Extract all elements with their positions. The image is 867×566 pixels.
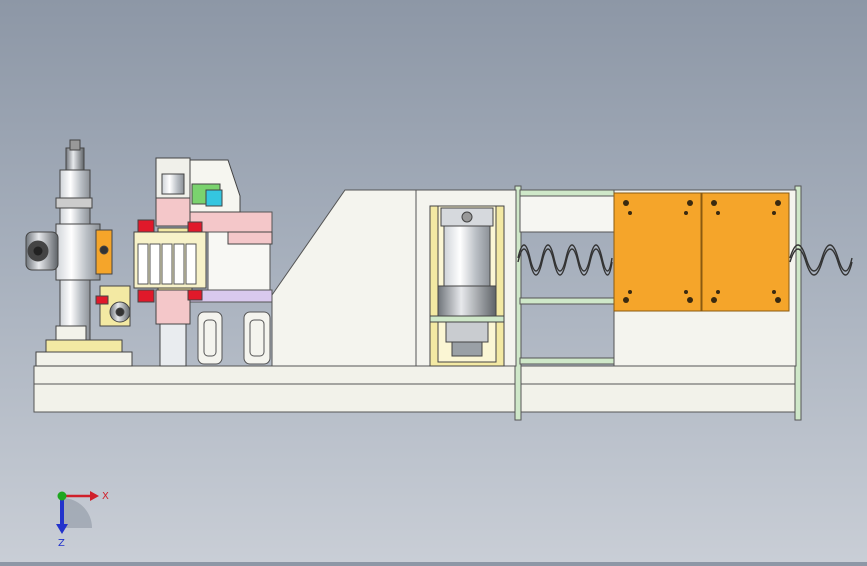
orange-panels [613,192,790,312]
y-axis-dot [57,491,67,501]
central-motor [429,205,505,367]
coordinate-triad: X Z [56,491,109,549]
x-axis-label: X [102,491,109,502]
cad-viewport[interactable]: X Z [0,0,867,562]
left-cylinder-assembly [25,139,133,367]
z-axis-label: Z [58,538,65,549]
triad-backdrop [62,498,92,528]
machine-assembly-drawing: X Z [25,139,853,549]
